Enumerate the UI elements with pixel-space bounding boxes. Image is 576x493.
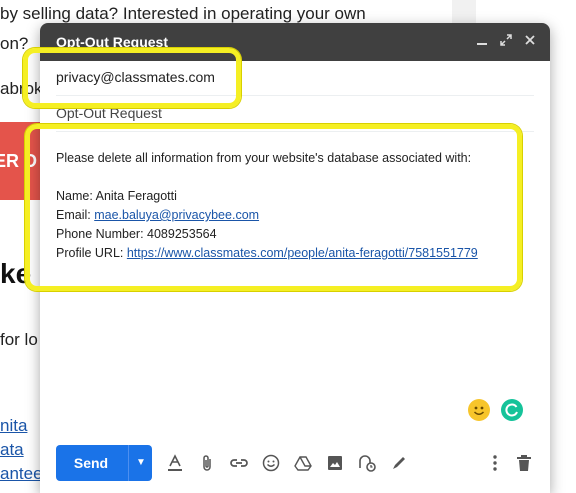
text-format-icon[interactable] (164, 452, 186, 474)
trash-icon[interactable] (513, 452, 535, 474)
background-text: for lo (0, 330, 38, 349)
background-text: by selling data? Interested in operating… (0, 4, 366, 23)
send-button[interactable]: Send ▼ (56, 445, 152, 481)
background-link[interactable]: ata (0, 440, 24, 460)
minimize-icon[interactable] (472, 31, 492, 51)
send-button-label[interactable]: Send (56, 445, 126, 481)
confidential-mode-icon[interactable] (356, 452, 378, 474)
emoji-icon[interactable] (260, 452, 282, 474)
body-highlight (25, 124, 522, 291)
background-text: on? (0, 34, 29, 53)
recipient-highlight (23, 48, 241, 108)
photo-icon[interactable] (324, 452, 346, 474)
signature-icon[interactable] (388, 452, 410, 474)
close-icon[interactable] (520, 31, 540, 51)
drive-icon[interactable] (292, 452, 314, 474)
link-icon[interactable] (228, 452, 250, 474)
emoji-icon[interactable] (468, 399, 490, 421)
attachment-icon[interactable] (196, 452, 218, 474)
expand-icon[interactable] (496, 31, 516, 51)
background-link[interactable]: nita (0, 416, 27, 436)
more-options-icon[interactable] (484, 452, 506, 474)
chevron-down-icon[interactable]: ▼ (128, 445, 153, 481)
grammar-assistant-icon[interactable] (501, 399, 523, 421)
compose-toolbar: Send ▼ (40, 441, 550, 493)
